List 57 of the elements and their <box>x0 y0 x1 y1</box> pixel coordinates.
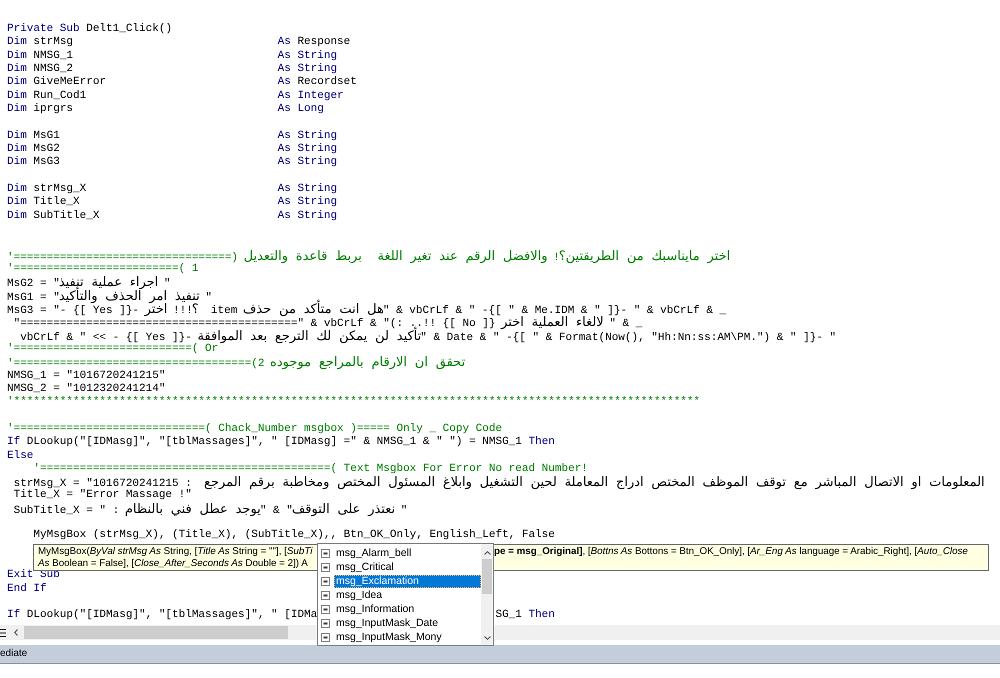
code-comment: '============================================( Text Msgbox For Error No read Number! <box>32 462 588 476</box>
code-comment: '===========================( Or <box>7 342 218 356</box>
completion-item[interactable]: msg_Idea <box>334 588 481 602</box>
variable-declaration: Dim NMSG_1 <box>7 50 74 62</box>
type-declaration: As String <box>278 62 338 76</box>
type-declaration: As Recordset <box>278 76 357 90</box>
variable-declaration: Dim Title_X <box>7 196 80 208</box>
code-line: NMSG_2 = "1012320241214" <box>7 382 166 396</box>
quick-info-text: MyMsgBox(ByVal strMsg As String, [Title As String = ""], [SubTi <box>38 546 312 557</box>
code-comment: '=========================( 1 <box>7 262 198 276</box>
variable-declaration: Dim SubTitle_X <box>7 210 100 222</box>
code-line: NMSG_1 = "1016720241215" <box>7 370 166 383</box>
type-declaration: As String <box>278 156 338 170</box>
immediate-title: ediate <box>0 649 28 659</box>
type-declaration: As Integer <box>278 90 344 103</box>
variable-declaration: Dim MsG1 <box>7 130 60 142</box>
type-declaration: As String <box>278 50 338 63</box>
variable-declaration: Dim strMsg <box>7 36 74 48</box>
type-declaration: As Long <box>278 102 324 116</box>
code-line: End If <box>7 582 47 596</box>
completion-item[interactable]: msg_InputMask_Mony <box>334 631 481 644</box>
chevron-up-icon[interactable] <box>484 551 490 555</box>
code-comment: '******************************************************************************************************** <box>7 396 700 410</box>
type-declaration: As String <box>278 196 338 210</box>
variable-declaration: Dim MsG2 <box>7 142 60 155</box>
variable-declaration: Dim Run_Cod1 <box>7 90 86 102</box>
type-declaration: As String <box>278 142 338 156</box>
variable-declaration: Dim GiveMeError <box>7 76 106 88</box>
variable-declaration: Dim MsG3 <box>7 156 60 168</box>
code-line: MyMsgBox (strMsg_X), (Title_X), (SubTitle_X),, Btn_OK_Only, English_Left, False <box>32 529 555 543</box>
scrollbar-thumb[interactable] <box>482 559 492 594</box>
completion-item[interactable]: msg_Alarm_bell <box>334 546 481 560</box>
type-declaration: As String <box>278 182 338 196</box>
code-line: If DLookup("[IDMasg]", "[tblMassages]", " [IDMa <box>7 609 318 622</box>
chevron-left-icon[interactable] <box>14 629 18 636</box>
code-line: Else <box>7 450 34 463</box>
completion-item[interactable]: msg_Critical <box>334 560 481 574</box>
code-line: SG_1 Then <box>495 609 555 623</box>
code-comment: '=============================( Chack_Number msgbox )===== Only _ Copy Code <box>7 422 502 436</box>
code-line: If DLookup("[IDMasg]", "[tblMassages]", " [IDMasg] =" & NMSG_1 & " ") = NMSG_1 Then <box>7 436 555 450</box>
type-declaration: As Response <box>278 36 350 50</box>
code-line: Private Sub Delt1_Click() <box>7 23 172 36</box>
completion-item[interactable]: msg_InputMask_Date <box>334 617 481 630</box>
lines-icon[interactable] <box>0 628 6 636</box>
completion-item[interactable]: msg_Information <box>334 603 481 616</box>
type-declaration: As String <box>278 210 338 223</box>
completion-item[interactable]: msg_Exclamation <box>334 574 481 588</box>
variable-declaration: Dim NMSG_2 <box>7 62 74 75</box>
quick-info-text: pe = msg_Original], [Bottns As Bottons = Btn_OK_Only], [Ar_Eng As language = Arabic_Right], [Auto_Close <box>494 546 968 558</box>
chevron-down-icon[interactable] <box>484 636 490 640</box>
type-declaration: As String <box>278 130 338 143</box>
code-line: Title_X = "Error Massage !" <box>12 489 192 503</box>
variable-declaration: Dim strMsg_X <box>7 182 86 195</box>
quick-info-text: As Boolean = False], [Close_After_Seconds As Double = 2]) A <box>38 558 308 569</box>
variable-declaration: Dim iprgrs <box>7 102 74 115</box>
code-comment: '=================================) اختر مايناسبك من الطريقتين؟! والافضل الرقم عند تغير اللغة بربط قاعدة والتعديل <box>7 250 730 263</box>
scrollbar-thumb[interactable] <box>24 626 288 639</box>
